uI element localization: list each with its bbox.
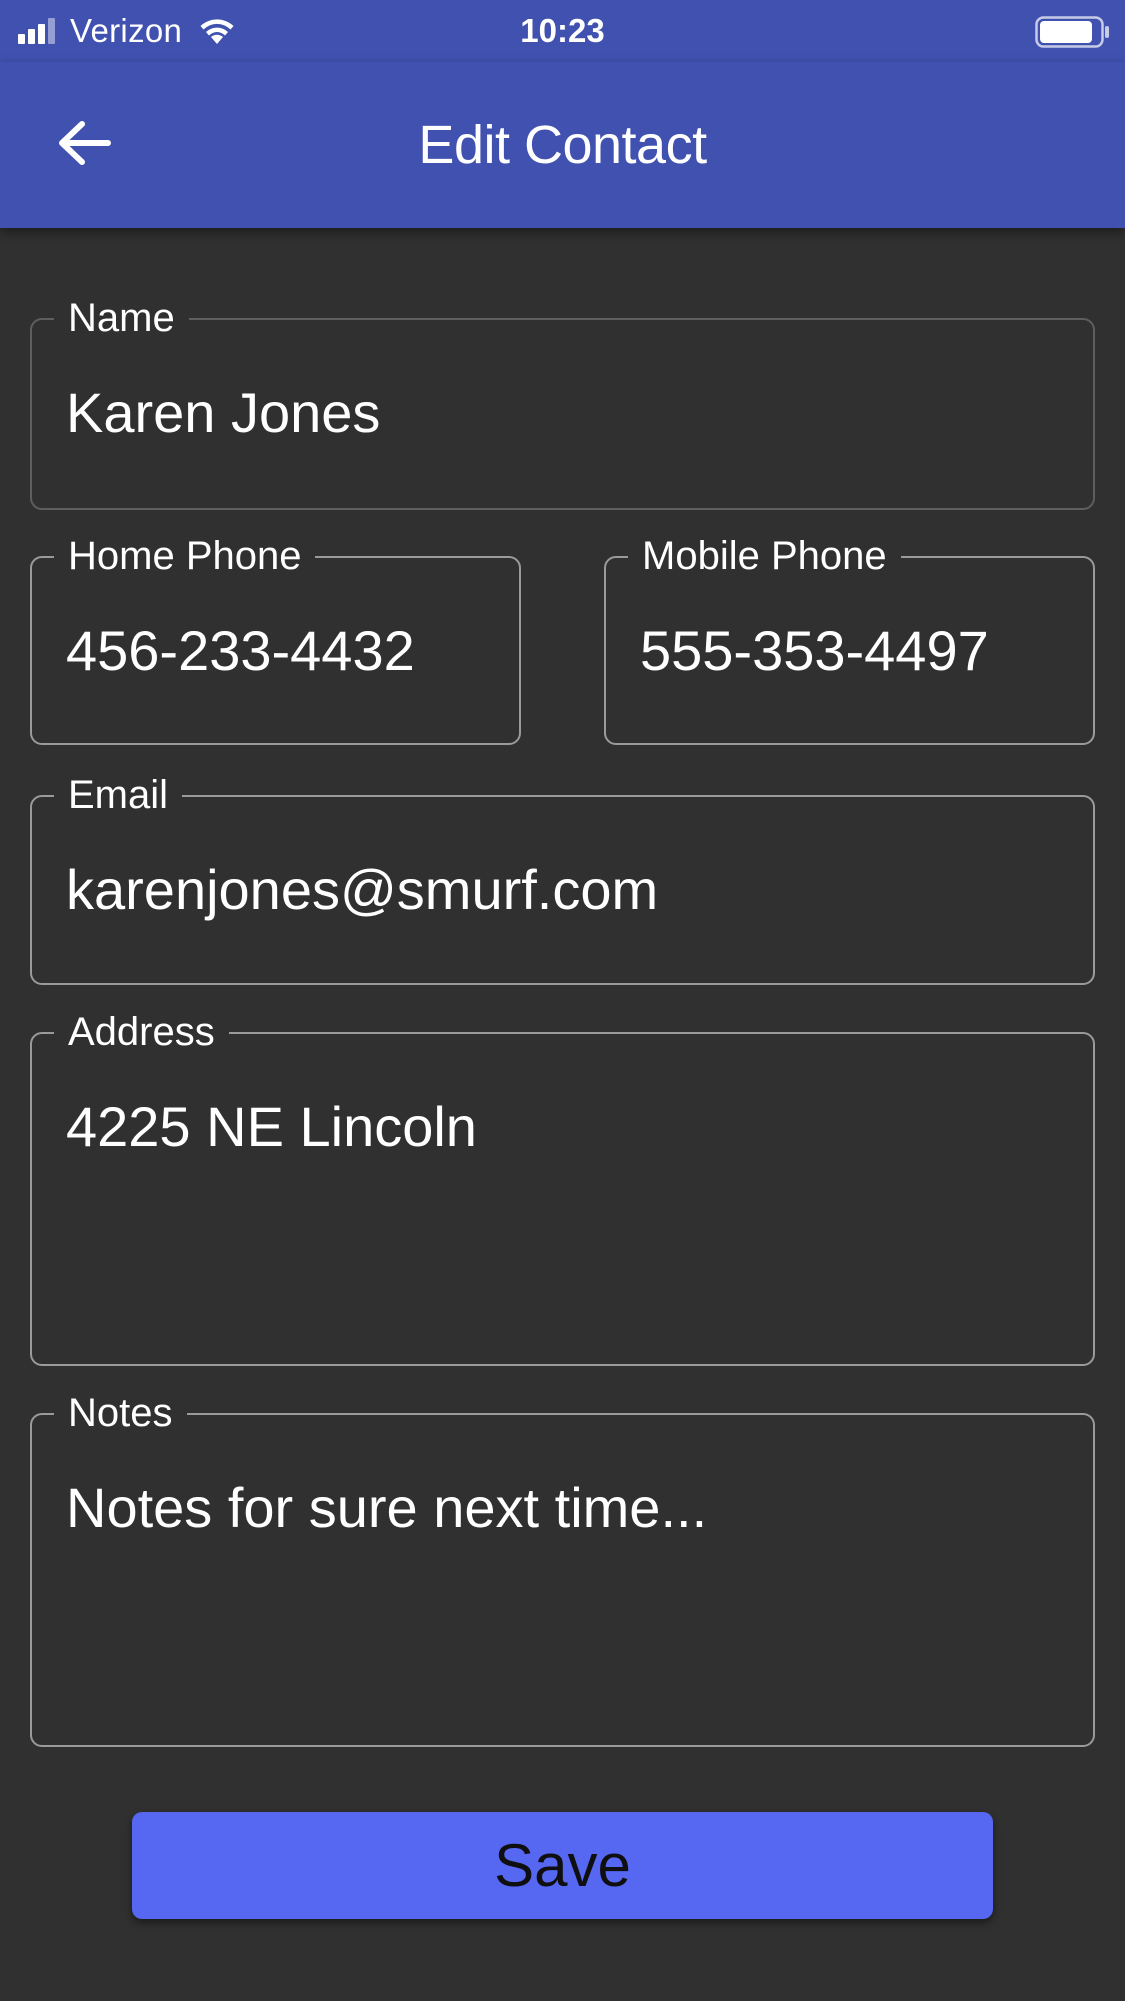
home-phone-field[interactable]: Home Phone 456-233-4432 — [30, 530, 521, 745]
status-bar: Verizon 10:23 — [0, 0, 1125, 62]
battery-icon — [1035, 16, 1109, 48]
mobile-phone-label: Mobile Phone — [628, 530, 901, 582]
save-button[interactable]: Save — [132, 1812, 993, 1919]
notes-label: Notes — [54, 1387, 187, 1439]
back-button[interactable] — [44, 108, 124, 178]
notes-value[interactable]: Notes for sure next time... — [66, 1473, 1063, 1543]
name-label: Name — [54, 292, 189, 344]
address-value[interactable]: 4225 NE Lincoln — [66, 1092, 1063, 1162]
home-phone-label: Home Phone — [54, 530, 316, 582]
email-label: Email — [54, 769, 183, 821]
name-field[interactable]: Name Karen Jones — [30, 292, 1095, 510]
mobile-phone-value[interactable]: 555-353-4497 — [640, 616, 1063, 686]
page-title: Edit Contact — [418, 115, 707, 175]
name-value[interactable]: Karen Jones — [66, 378, 1063, 448]
status-time: 10:23 — [520, 12, 605, 49]
address-label: Address — [54, 1006, 229, 1058]
email-value[interactable]: karenjones@smurf.com — [66, 855, 1063, 925]
home-phone-value[interactable]: 456-233-4432 — [66, 616, 489, 686]
email-field[interactable]: Email karenjones@smurf.com — [30, 769, 1095, 985]
address-field[interactable]: Address 4225 NE Lincoln — [30, 1006, 1095, 1366]
mobile-phone-field[interactable]: Mobile Phone 555-353-4497 — [604, 530, 1095, 745]
notes-field[interactable]: Notes Notes for sure next time... — [30, 1387, 1095, 1747]
app-bar: Edit Contact — [0, 62, 1125, 228]
arrow-left-icon — [59, 121, 111, 165]
